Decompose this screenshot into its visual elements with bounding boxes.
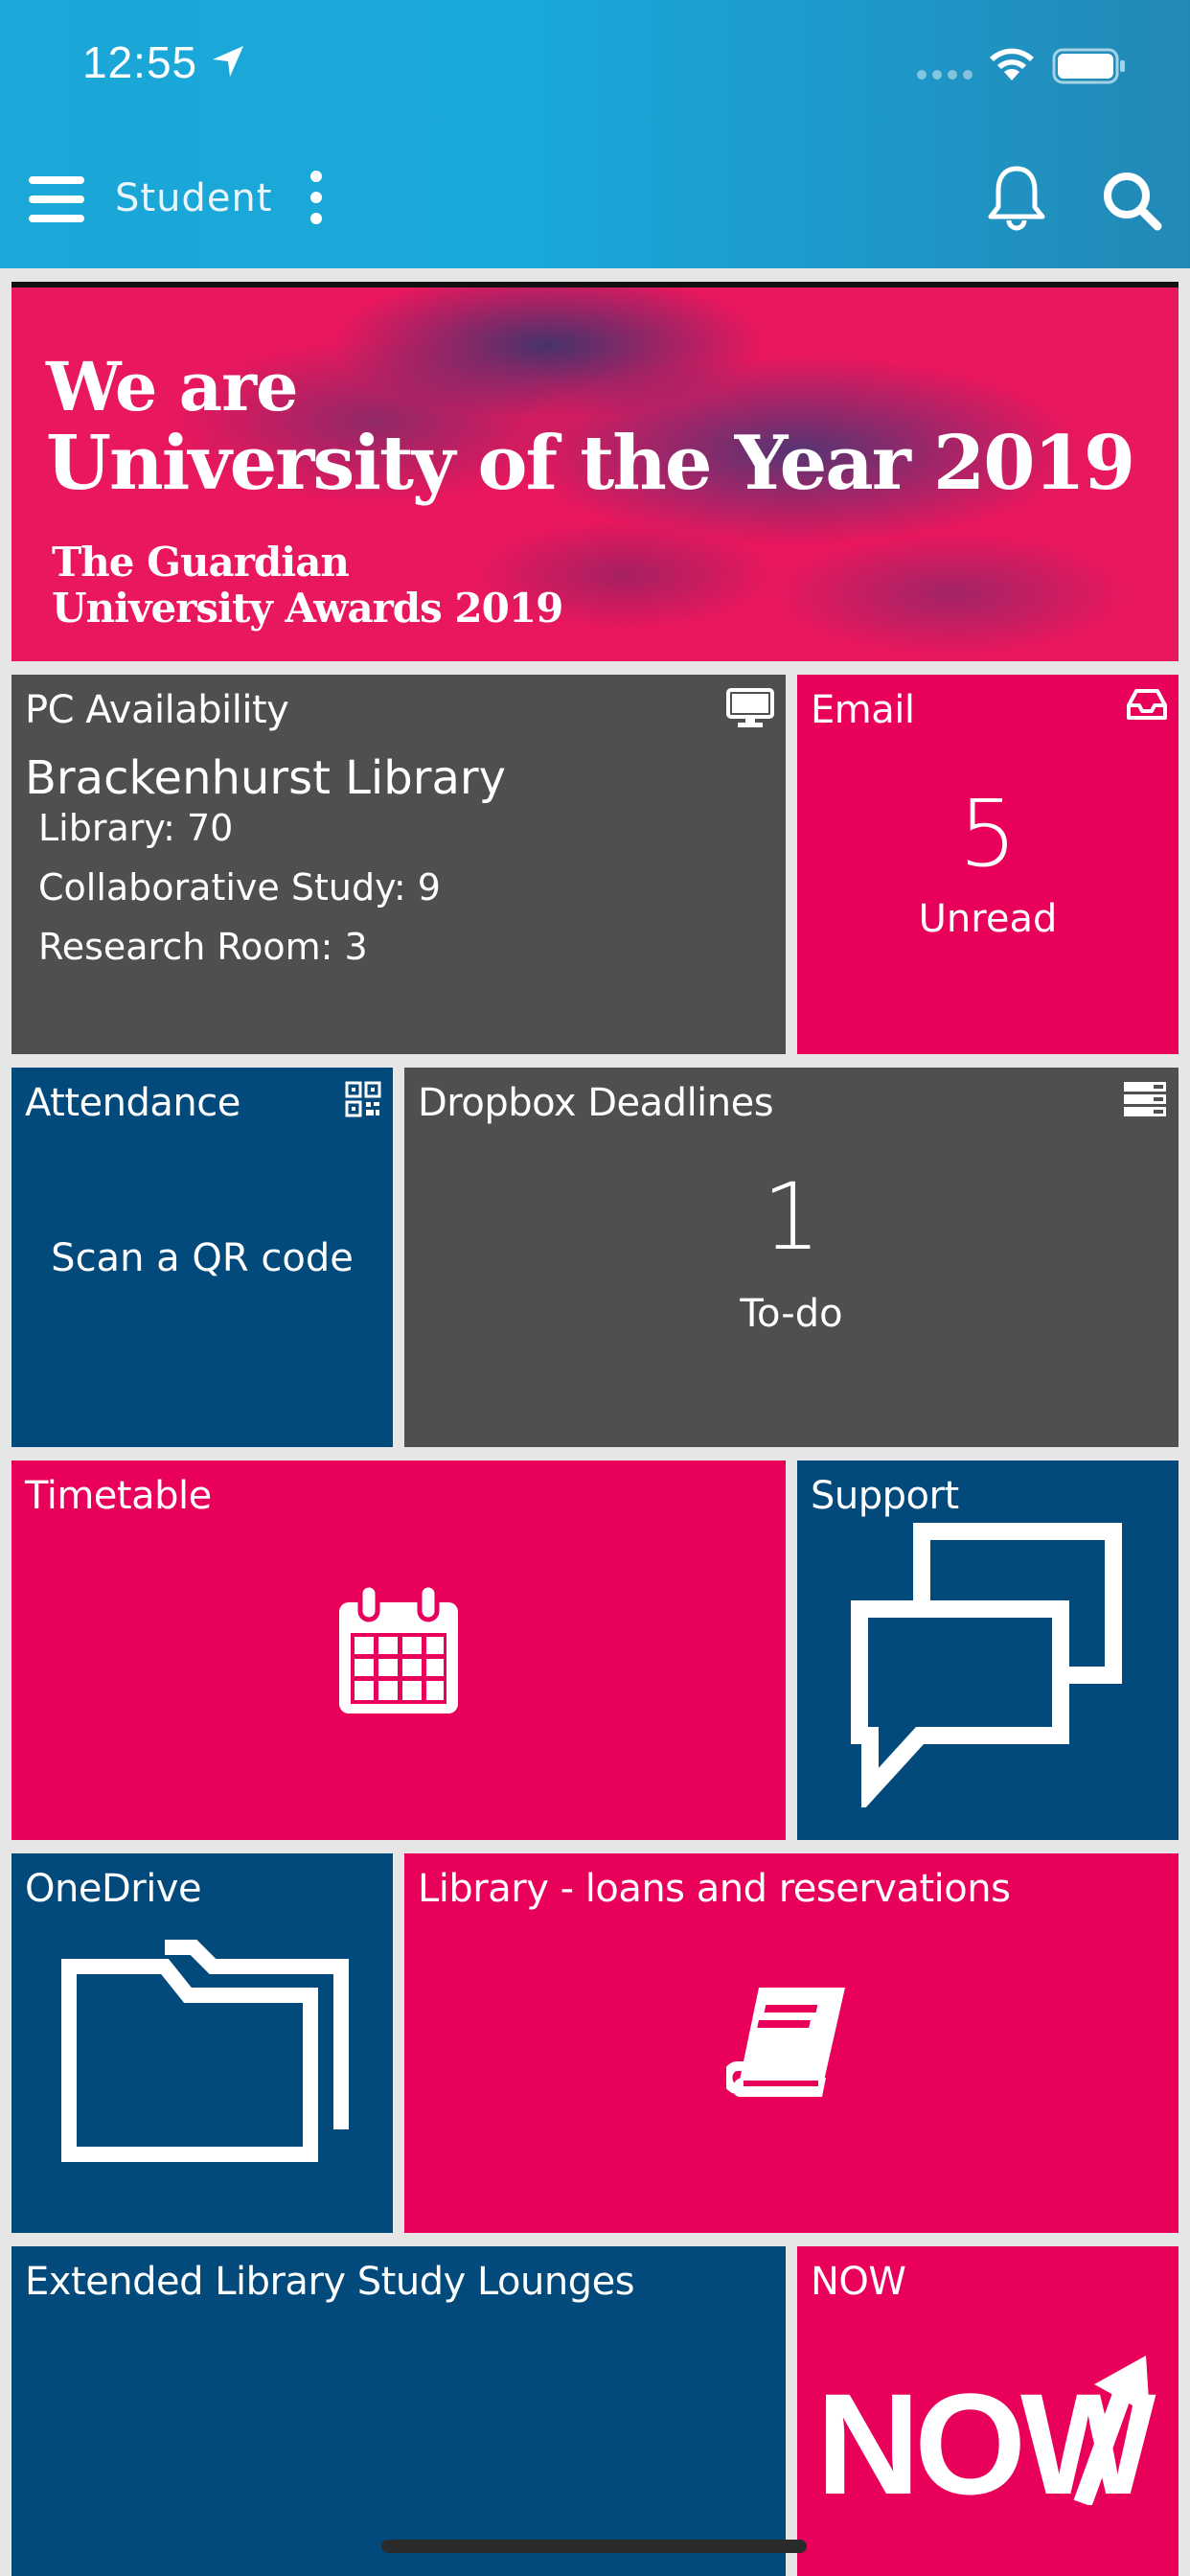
location-arrow-icon: [213, 46, 243, 77]
book-icon: [726, 1988, 845, 2097]
banner-headline-line2: University of the Year 2019: [46, 420, 1135, 507]
qr-code-icon: [345, 1081, 381, 1117]
tile-title: Timetable: [25, 1474, 212, 1518]
bell-icon[interactable]: [985, 165, 1048, 232]
battery-icon: [1052, 48, 1125, 84]
tile-title: Extended Library Study Lounges: [25, 2260, 635, 2304]
award-banner[interactable]: We are University of the Year 2019 The G…: [11, 282, 1179, 661]
home-indicator[interactable]: [381, 2540, 807, 2553]
monitor-icon: [726, 688, 774, 727]
tile-now[interactable]: NOW NOW: [797, 2246, 1179, 2576]
tile-attendance[interactable]: Attendance Scan a QR code: [11, 1068, 393, 1447]
tile-onedrive[interactable]: OneDrive: [11, 1853, 393, 2233]
tile-title: PC Availability: [25, 688, 289, 732]
tile-title: Support: [811, 1474, 959, 1518]
pc-count-library: Library: 70: [38, 807, 234, 849]
tile-title: Email: [811, 688, 915, 732]
tile-title: Library - loans and reservations: [418, 1867, 1011, 1911]
app-title[interactable]: Student: [115, 176, 272, 220]
email-unread-label: Unread: [918, 897, 1058, 941]
tile-library-loans[interactable]: Library - loans and reservations: [404, 1853, 1179, 2233]
more-vertical-icon[interactable]: [305, 171, 328, 224]
banner-subtitle-line1: The Guardian: [52, 539, 350, 586]
now-arrow-icon: [1073, 2356, 1150, 2505]
server-icon: [1124, 1082, 1166, 1116]
hamburger-menu-icon[interactable]: [27, 174, 88, 224]
status-time: 12:55: [82, 37, 198, 87]
pc-location: Brackenhurst Library: [25, 751, 507, 805]
app-header: 12:55 Student: [0, 0, 1190, 268]
tile-dropbox-deadlines[interactable]: Dropbox Deadlines 1 To-do: [404, 1068, 1179, 1447]
tile-title: NOW: [811, 2260, 906, 2304]
search-icon[interactable]: [1100, 169, 1163, 232]
tile-email[interactable]: Email 5 Unread: [797, 675, 1179, 1054]
scan-qr-label: Scan a QR code: [51, 1236, 354, 1280]
inbox-icon: [1127, 689, 1167, 720]
dropbox-todo-count: 1: [762, 1163, 821, 1271]
tile-title: Dropbox Deadlines: [418, 1081, 774, 1125]
cellular-signal-icon: [917, 70, 973, 80]
pc-count-research: Research Room: 3: [38, 926, 368, 968]
tile-study-lounges[interactable]: Extended Library Study Lounges: [11, 2246, 786, 2576]
chat-bubbles-icon: [851, 1523, 1122, 1807]
banner-headline-line1: We are: [46, 347, 299, 426]
tile-title: OneDrive: [25, 1867, 202, 1911]
tile-title: Attendance: [25, 1081, 240, 1125]
banner-subtitle-line2: University Awards 2019: [52, 585, 563, 632]
email-unread-count: 5: [958, 780, 1018, 887]
tile-pc-availability[interactable]: PC Availability Brackenhurst Library Lib…: [11, 675, 786, 1054]
tile-timetable[interactable]: Timetable: [11, 1460, 786, 1840]
tile-support[interactable]: Support: [797, 1460, 1179, 1840]
pc-count-collaborative: Collaborative Study: 9: [38, 866, 441, 908]
wifi-icon: [990, 48, 1034, 80]
dropbox-todo-label: To-do: [740, 1292, 843, 1336]
calendar-icon: [339, 1582, 458, 1714]
folders-icon: [61, 1940, 349, 2162]
